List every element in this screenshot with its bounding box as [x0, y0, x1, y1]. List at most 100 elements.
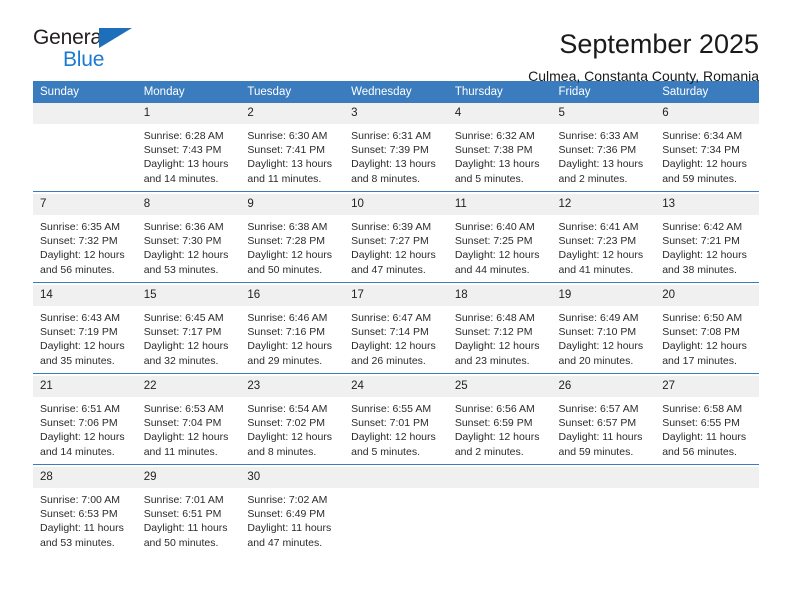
sunrise-text: Sunrise: 6:46 AM: [247, 312, 328, 324]
day-details: Sunrise: 6:49 AM Sunset: 7:10 PM Daylight:…: [552, 306, 656, 368]
day-details: Sunrise: 6:45 AM Sunset: 7:17 PM Daylight:…: [137, 306, 241, 368]
calendar-day-cell[interactable]: 27 Sunrise: 6:58 AM Sunset: 6:55 PM Dayligh…: [655, 376, 759, 465]
calendar-day-cell[interactable]: 6 Sunrise: 6:34 AM Sunset: 7:34 PM Daylight…: [655, 103, 759, 192]
sunset-text: Sunset: 7:36 PM: [558, 144, 637, 157]
daylight-text-line1: Daylight: 13 hours: [351, 158, 436, 171]
day-number: 15: [136, 285, 241, 306]
calendar-day-cell[interactable]: 20 Sunrise: 6:50 AM Sunset: 7:08 PM Dayligh…: [655, 285, 759, 374]
daylight-text-line2: and 29 minutes.: [247, 354, 323, 367]
logo-text-blue: Blue: [63, 48, 105, 71]
day-number: 24: [344, 376, 448, 397]
daylight-text-line1: Daylight: 13 hours: [247, 158, 333, 171]
calendar-day-cell[interactable]: 7 Sunrise: 6:35 AM Sunset: 7:32 PM Daylight…: [33, 194, 137, 283]
calendar-day-cell[interactable]: 5 Sunrise: 6:33 AM Sunset: 7:36 PM Daylight…: [551, 103, 656, 192]
daylight-text-line2: and 2 minutes.: [454, 445, 524, 458]
calendar-day-cell[interactable]: 19 Sunrise: 6:49 AM Sunset: 7:10 PM Dayligh…: [551, 285, 656, 374]
sunrise-text: Sunrise: 6:41 AM: [558, 221, 639, 233]
daylight-text-line1: Daylight: 12 hours: [247, 249, 333, 262]
day-number: 27: [655, 376, 759, 397]
sunset-text: Sunset: 7:01 PM: [351, 417, 429, 430]
day-number: 30: [240, 467, 345, 488]
day-details: Sunrise: 6:31 AM Sunset: 7:39 PM Daylight:…: [344, 124, 448, 186]
sunrise-text: Sunrise: 6:56 AM: [454, 403, 535, 415]
calendar-day-cell[interactable]: 9 Sunrise: 6:38 AM Sunset: 7:28 PM Daylight…: [240, 194, 345, 283]
daylight-text-line1: Daylight: 12 hours: [351, 249, 436, 262]
daylight-text-line2: and 11 minutes.: [143, 445, 218, 458]
day-number: 22: [136, 376, 241, 397]
sunrise-text: Sunrise: 7:02 AM: [247, 494, 328, 506]
sunrise-text: Sunrise: 6:34 AM: [662, 130, 743, 142]
daylight-text-line1: Daylight: 11 hours: [558, 431, 643, 444]
sunrise-text: Sunrise: 6:55 AM: [351, 403, 432, 415]
day-details: Sunrise: 6:41 AM Sunset: 7:23 PM Daylight:…: [552, 215, 656, 277]
calendar-empty-cell: [447, 467, 552, 555]
sunset-text: Sunset: 7:14 PM: [351, 326, 429, 339]
sunrise-text: Sunrise: 6:36 AM: [143, 221, 224, 233]
sunrise-text: Sunrise: 6:50 AM: [662, 312, 743, 324]
sunrise-text: Sunrise: 6:48 AM: [454, 312, 535, 324]
calendar-day-cell[interactable]: 24 Sunrise: 6:55 AM Sunset: 7:01 PM Dayligh…: [344, 376, 448, 465]
calendar-day-cell[interactable]: 12 Sunrise: 6:41 AM Sunset: 7:23 PM Dayligh…: [551, 194, 656, 283]
triangle-icon: [99, 28, 132, 48]
sunset-text: Sunset: 7:30 PM: [143, 235, 222, 248]
sunrise-text: Sunrise: 6:39 AM: [351, 221, 432, 233]
daylight-text-line1: Daylight: 12 hours: [143, 340, 229, 353]
daylight-text-line2: and 17 minutes.: [662, 354, 737, 367]
calendar-page: General Blue September 2025 Culmea, Cons…: [0, 0, 792, 612]
sunset-text: Sunset: 7:32 PM: [40, 235, 118, 248]
sunset-text: Sunset: 6:49 PM: [247, 508, 326, 521]
day-number: 29: [136, 467, 241, 488]
calendar-day-cell[interactable]: 29 Sunrise: 7:01 AM Sunset: 6:51 PM Dayligh…: [136, 467, 241, 555]
calendar-day-cell[interactable]: 14 Sunrise: 6:43 AM Sunset: 7:19 PM Dayligh…: [33, 285, 137, 374]
day-details: Sunrise: 6:34 AM Sunset: 7:34 PM Daylight:…: [655, 124, 759, 186]
calendar-day-cell[interactable]: 13 Sunrise: 6:42 AM Sunset: 7:21 PM Dayligh…: [655, 194, 759, 283]
calendar-day-cell[interactable]: 26 Sunrise: 6:57 AM Sunset: 6:57 PM Dayligh…: [551, 376, 656, 465]
day-number: 13: [655, 194, 759, 215]
calendar-day-cell[interactable]: 21 Sunrise: 6:51 AM Sunset: 7:06 PM Dayligh…: [33, 376, 137, 465]
day-number: 8: [136, 194, 241, 215]
day-number: 19: [551, 285, 656, 306]
day-details: Sunrise: 7:01 AM Sunset: 6:51 PM Daylight:…: [137, 488, 241, 550]
daylight-text-line1: Daylight: 12 hours: [454, 249, 540, 262]
calendar-day-cell[interactable]: 18 Sunrise: 6:48 AM Sunset: 7:12 PM Dayligh…: [447, 285, 552, 374]
sunrise-text: Sunrise: 6:51 AM: [40, 403, 120, 415]
calendar-day-cell[interactable]: 22 Sunrise: 6:53 AM Sunset: 7:04 PM Dayligh…: [136, 376, 241, 465]
calendar-day-cell[interactable]: 23 Sunrise: 6:54 AM Sunset: 7:02 PM Dayligh…: [240, 376, 345, 465]
calendar-day-cell[interactable]: 17 Sunrise: 6:47 AM Sunset: 7:14 PM Dayligh…: [344, 285, 448, 374]
day-number: 28: [33, 467, 137, 488]
day-number: 3: [344, 103, 448, 124]
calendar-day-cell[interactable]: 10 Sunrise: 6:39 AM Sunset: 7:27 PM Dayligh…: [344, 194, 448, 283]
sunrise-text: Sunrise: 6:33 AM: [558, 130, 639, 142]
day-number: [447, 467, 552, 488]
calendar-day-cell[interactable]: 25 Sunrise: 6:56 AM Sunset: 6:59 PM Dayligh…: [447, 376, 552, 465]
day-number: 1: [136, 103, 241, 124]
calendar-day-cell[interactable]: 2 Sunrise: 6:30 AM Sunset: 7:41 PM Daylight…: [240, 103, 345, 192]
calendar-day-cell[interactable]: 28 Sunrise: 7:00 AM Sunset: 6:53 PM Dayligh…: [33, 467, 137, 555]
daylight-text-line1: Daylight: 13 hours: [558, 158, 644, 171]
sunrise-text: Sunrise: 6:38 AM: [247, 221, 328, 233]
calendar-day-cell[interactable]: 8 Sunrise: 6:36 AM Sunset: 7:30 PM Daylight…: [136, 194, 241, 283]
calendar-day-cell[interactable]: 30 Sunrise: 7:02 AM Sunset: 6:49 PM Dayligh…: [240, 467, 345, 555]
calendar-day-cell[interactable]: 15 Sunrise: 6:45 AM Sunset: 7:17 PM Dayligh…: [136, 285, 241, 374]
general-blue-logo[interactable]: General Blue: [33, 26, 138, 74]
day-details: Sunrise: 6:58 AM Sunset: 6:55 PM Daylight:…: [655, 397, 759, 459]
calendar-day-cell[interactable]: 3 Sunrise: 6:31 AM Sunset: 7:39 PM Daylight…: [344, 103, 448, 192]
daylight-text-line1: Daylight: 12 hours: [40, 340, 125, 353]
sunset-text: Sunset: 7:41 PM: [247, 144, 326, 157]
sunset-text: Sunset: 7:27 PM: [351, 235, 429, 248]
day-number: 14: [33, 285, 137, 306]
sunset-text: Sunset: 7:34 PM: [662, 144, 740, 157]
calendar-week-row: 7 Sunrise: 6:35 AM Sunset: 7:32 PM Daylight…: [33, 194, 759, 283]
day-details: Sunrise: 6:40 AM Sunset: 7:25 PM Daylight:…: [448, 215, 552, 277]
daylight-text-line2: and 32 minutes.: [143, 354, 219, 367]
calendar-day-cell[interactable]: 11 Sunrise: 6:40 AM Sunset: 7:25 PM Dayligh…: [447, 194, 552, 283]
sunset-text: Sunset: 7:28 PM: [247, 235, 326, 248]
daylight-text-line1: Daylight: 11 hours: [247, 522, 332, 535]
sunrise-text: Sunrise: 6:49 AM: [558, 312, 639, 324]
sunrise-text: Sunrise: 6:28 AM: [143, 130, 224, 142]
day-details: Sunrise: 7:02 AM Sunset: 6:49 PM Daylight:…: [240, 488, 344, 550]
calendar-day-cell[interactable]: 4 Sunrise: 6:32 AM Sunset: 7:38 PM Daylight…: [447, 103, 552, 192]
calendar-day-cell[interactable]: 16 Sunrise: 6:46 AM Sunset: 7:16 PM Dayligh…: [240, 285, 345, 374]
day-number: [655, 467, 759, 488]
calendar-day-cell[interactable]: 1 Sunrise: 6:28 AM Sunset: 7:43 PM Daylight…: [136, 103, 241, 192]
